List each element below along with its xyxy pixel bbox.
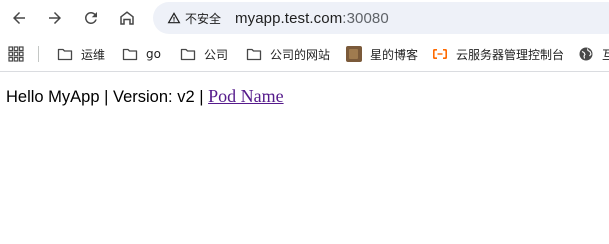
bookmark-aliyun-console[interactable]: 云服务器管理控制台	[432, 43, 564, 65]
browser-chrome: 不安全 myapp.test.com:30080 运维 go 公司 公司的网站 …	[0, 0, 609, 72]
apps-grid-icon[interactable]	[8, 46, 24, 62]
bookmark-blog[interactable]: 星的博客	[346, 43, 418, 65]
bookmark-folder-go[interactable]: go	[122, 43, 161, 65]
address-bar[interactable]: 不安全 myapp.test.com:30080	[153, 2, 609, 34]
bookmark-label: 公司	[204, 47, 229, 62]
bookmarks-bar: 运维 go 公司 公司的网站 星的博客 云服务器管理控制台	[0, 36, 609, 72]
aliyun-icon	[433, 49, 447, 59]
bookmark-folder-company-sites[interactable]: 公司的网站	[246, 43, 330, 65]
bookmark-globe-site[interactable]: 互	[578, 43, 609, 65]
site-favicon	[346, 46, 362, 62]
security-indicator[interactable]: 不安全	[163, 6, 225, 30]
bookmark-label: 云服务器管理控制台	[456, 47, 565, 62]
url-port: :30080	[342, 9, 389, 27]
bookmark-label: 公司的网站	[270, 47, 331, 62]
bookmark-folder-yunwei[interactable]: 运维	[57, 43, 105, 65]
bookmark-label: 运维	[81, 47, 106, 62]
bookmark-folder-company[interactable]: 公司	[180, 43, 228, 65]
bookmarks-divider	[38, 46, 39, 62]
url-text[interactable]: myapp.test.com:30080	[235, 10, 389, 27]
pod-name-link[interactable]: Pod Name	[208, 86, 284, 106]
bookmark-label: 星的博客	[370, 47, 419, 62]
home-icon	[120, 11, 134, 25]
folder-icon	[122, 48, 138, 61]
home-button[interactable]	[115, 6, 139, 30]
folder-icon	[180, 48, 196, 61]
arrow-left-icon	[13, 12, 25, 24]
bookmark-label: go	[146, 47, 161, 61]
globe-icon	[579, 47, 593, 61]
folder-icon	[246, 48, 262, 61]
page-text: Hello MyApp | Version: v2 |	[6, 88, 209, 106]
url-host: myapp.test.com	[235, 9, 343, 27]
page-content: Hello MyApp | Version: v2 | Pod Name	[0, 72, 609, 121]
bookmark-label: 互	[602, 46, 609, 63]
arrow-right-icon	[49, 12, 61, 24]
back-button[interactable]	[7, 6, 31, 30]
warning-icon	[167, 12, 181, 24]
forward-button[interactable]	[43, 6, 67, 30]
browser-toolbar: 不安全 myapp.test.com:30080	[0, 0, 609, 36]
reload-button[interactable]	[79, 6, 103, 30]
security-label: 不安全	[185, 11, 222, 26]
reload-icon	[84, 11, 97, 24]
folder-icon	[57, 48, 73, 61]
